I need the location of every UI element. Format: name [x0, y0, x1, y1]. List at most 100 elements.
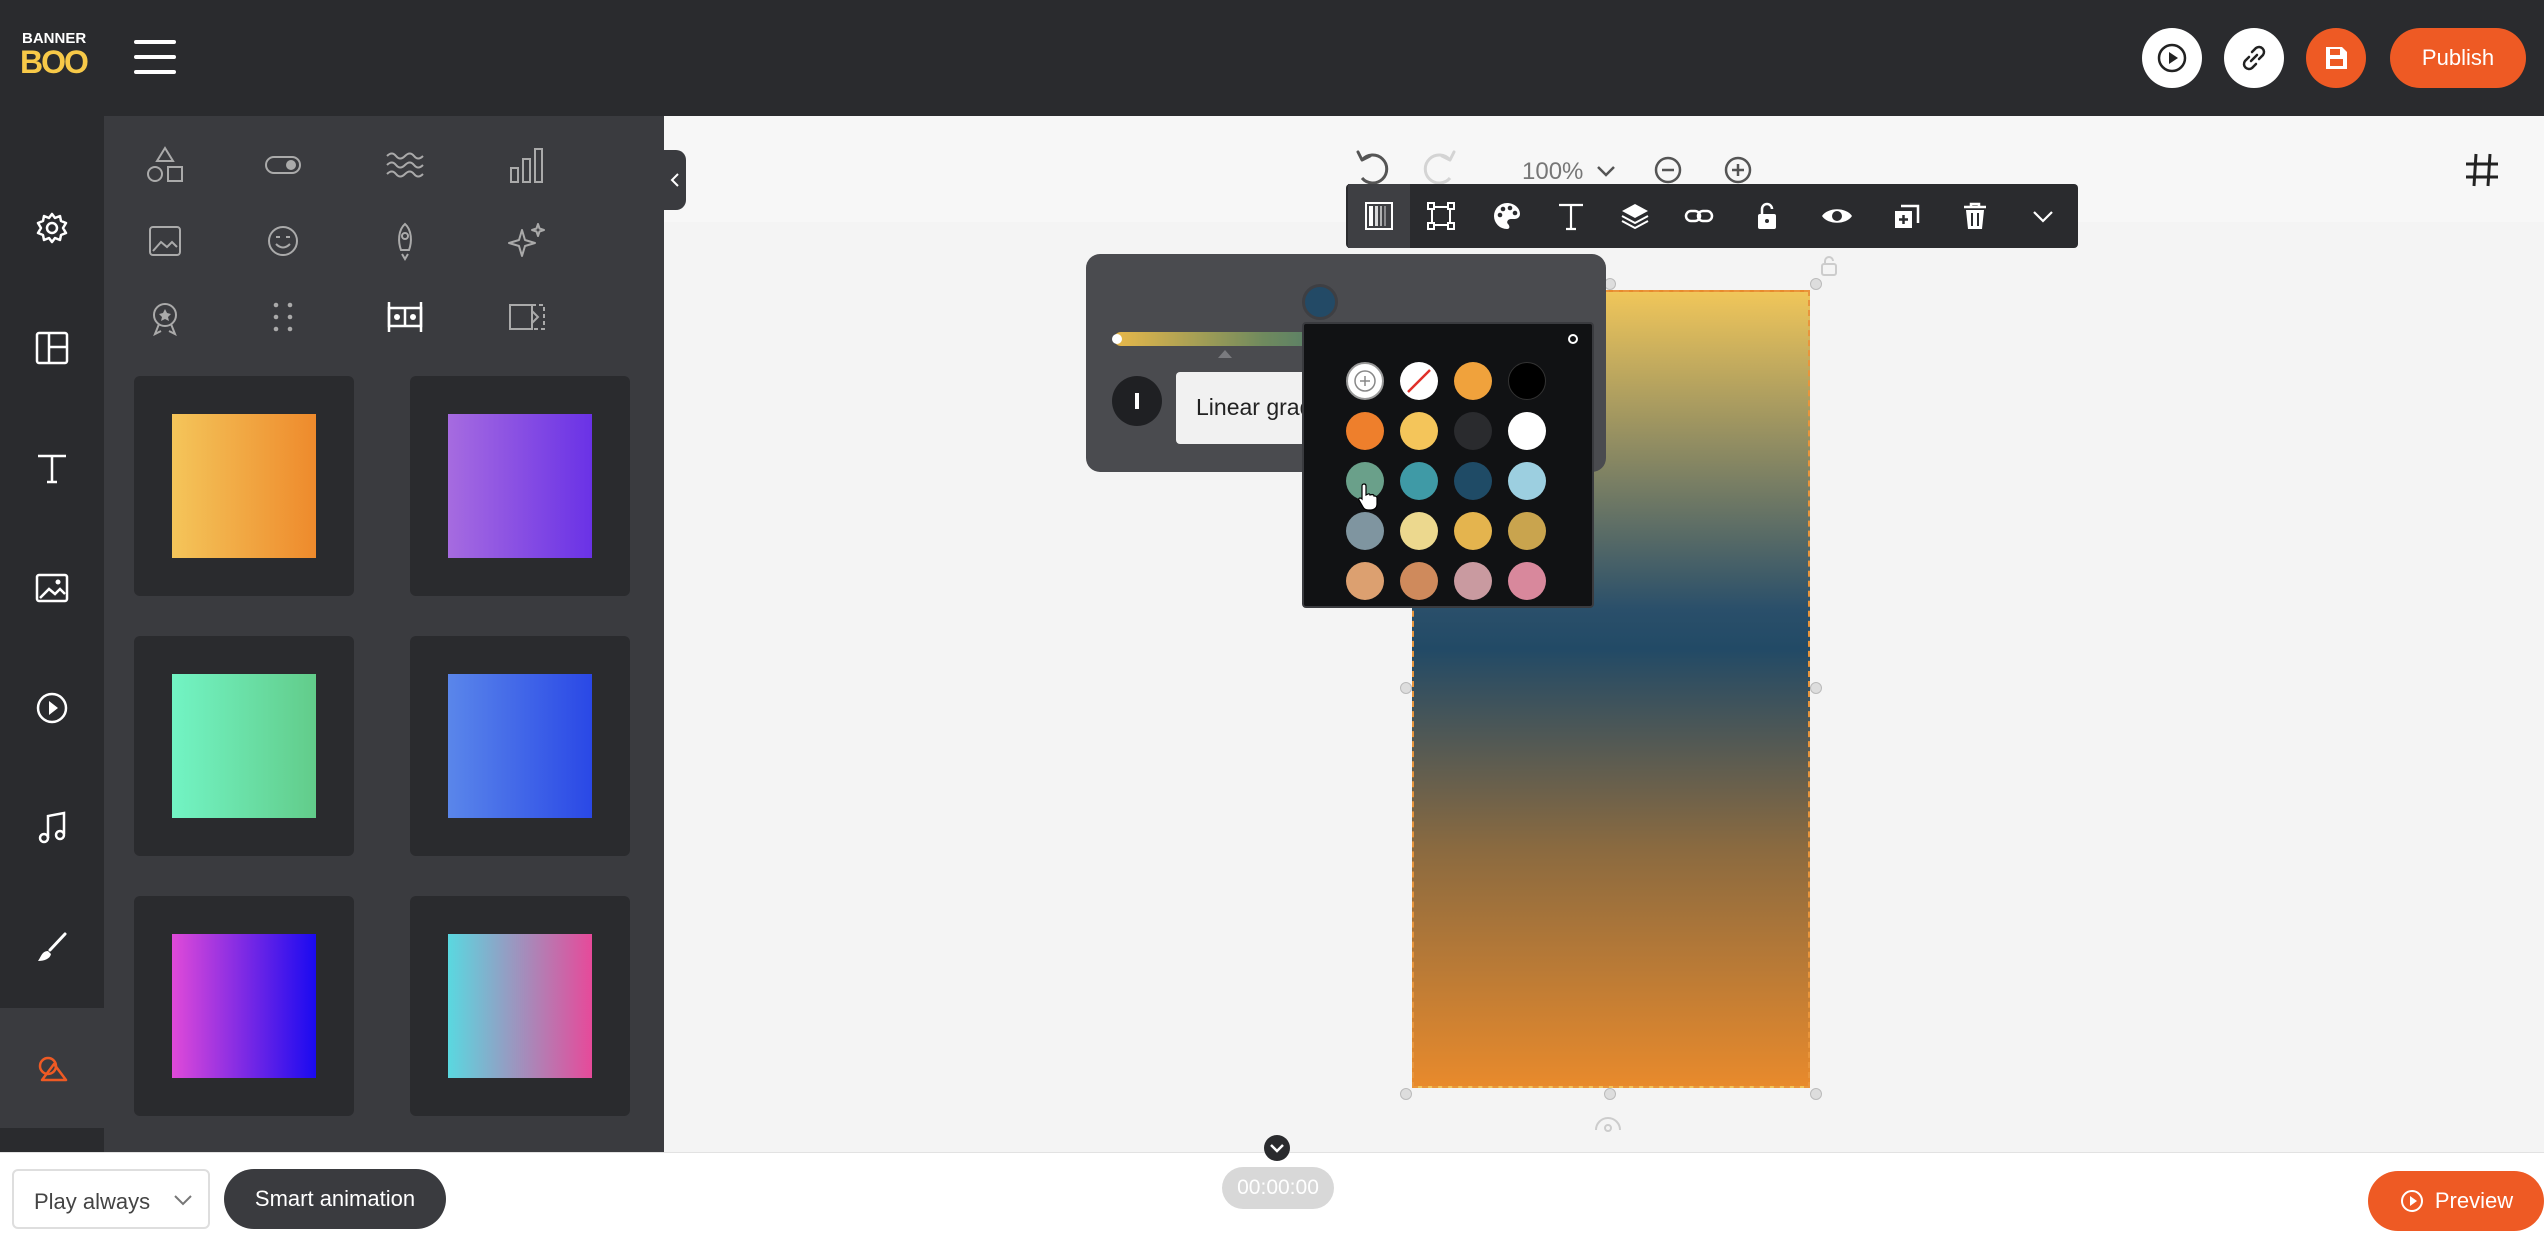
timeline-toggle-icon[interactable] [1262, 1133, 1292, 1163]
plus-icon [1354, 370, 1376, 392]
toolbar-link-button[interactable] [1668, 184, 1730, 248]
element-toolbar [1346, 184, 2078, 248]
element-dots[interactable] [258, 292, 308, 342]
element-sparkles[interactable] [502, 216, 552, 266]
toolbar-more-button[interactable] [2012, 184, 2074, 248]
save-button[interactable] [2306, 28, 2366, 88]
play-mode-value: Play always [34, 1189, 151, 1214]
color-swatch[interactable] [1346, 412, 1384, 450]
color-swatch[interactable] [1454, 512, 1492, 550]
element-emoji[interactable] [258, 216, 308, 266]
publish-button[interactable]: Publish [2390, 28, 2526, 88]
toolbar-visibility-button[interactable] [1806, 184, 1868, 248]
resize-handle-right[interactable] [1810, 682, 1822, 694]
color-swatch[interactable] [1454, 562, 1492, 600]
resize-handle-bottom[interactable] [1604, 1088, 1616, 1100]
palette-close-icon[interactable] [1568, 334, 1578, 344]
color-swatch[interactable] [1454, 412, 1492, 450]
bannerboo-logo[interactable]: BANNER BOO [18, 28, 89, 84]
preview-button[interactable]: Preview [2368, 1171, 2544, 1231]
chevron-down-icon[interactable] [1594, 162, 1618, 180]
element-chart[interactable] [502, 140, 552, 190]
color-swatch[interactable] [1508, 562, 1546, 600]
gradient-stop-selected[interactable] [1302, 284, 1338, 320]
toolbar-text-button[interactable] [1540, 184, 1602, 248]
gradient-swatch [448, 674, 592, 818]
gradient-pickers-icon [387, 302, 423, 332]
element-image[interactable] [140, 216, 190, 266]
brush-icon [38, 932, 67, 961]
color-swatch[interactable] [1508, 512, 1546, 550]
share-link-button[interactable] [2224, 28, 2284, 88]
preview-label: Preview [2434, 1188, 2514, 1213]
rail-images[interactable] [0, 528, 104, 648]
element-rocket[interactable] [380, 216, 430, 266]
gradient-tile-4[interactable] [410, 636, 630, 856]
play-mode-select[interactable]: Play always [12, 1169, 210, 1229]
resize-handle-bottom-left[interactable] [1400, 1088, 1412, 1100]
toolbar-lock-button[interactable] [1736, 184, 1798, 248]
element-shapes[interactable] [140, 140, 190, 190]
play-preview-button[interactable] [2142, 28, 2202, 88]
color-swatch[interactable] [1508, 412, 1546, 450]
element-gradients[interactable] [380, 292, 430, 342]
color-swatch[interactable] [1508, 362, 1546, 400]
element-toggle[interactable] [258, 140, 308, 190]
color-swatch[interactable] [1400, 562, 1438, 600]
toolbar-transform-button[interactable] [1410, 184, 1472, 248]
rail-audio[interactable] [0, 768, 104, 888]
color-swatch[interactable] [1346, 512, 1384, 550]
link-icon [1684, 209, 1714, 223]
music-note-icon [38, 811, 66, 844]
trash-icon [1964, 202, 1986, 229]
color-swatch[interactable] [1508, 462, 1546, 500]
color-swatch[interactable] [1400, 412, 1438, 450]
unlock-icon [1758, 202, 1776, 229]
text-icon [38, 454, 66, 484]
toolbar-delete-button[interactable] [1944, 184, 2006, 248]
collapse-panel-button[interactable] [664, 150, 686, 210]
color-palette [1302, 322, 1594, 608]
rail-animations[interactable] [0, 648, 104, 768]
gradient-stop-start[interactable] [1112, 334, 1122, 344]
zoom-level[interactable]: 100% [1522, 158, 1583, 186]
resize-handle-bottom-right[interactable] [1810, 1088, 1822, 1100]
gradient-direction-toggle[interactable] [1112, 376, 1162, 426]
color-swatch[interactable] [1400, 462, 1438, 500]
element-badge[interactable] [140, 292, 190, 342]
gradient-tile-2[interactable] [410, 376, 630, 596]
menu-icon[interactable] [134, 36, 176, 78]
chevron-down-icon [174, 1195, 192, 1206]
gradient-tile-3[interactable] [134, 636, 354, 856]
rail-layouts[interactable] [0, 288, 104, 408]
rail-elements[interactable] [0, 1008, 104, 1128]
link-icon [2242, 45, 2266, 71]
color-swatch[interactable] [1400, 512, 1438, 550]
gradient-stop-marker[interactable] [1218, 350, 1232, 358]
add-color-swatch[interactable] [1346, 362, 1384, 400]
no-color-swatch[interactable] [1400, 362, 1438, 400]
color-swatch[interactable] [1346, 562, 1384, 600]
toolbar-layers-button[interactable] [1604, 184, 1666, 248]
toolbar-color-button[interactable] [1476, 184, 1538, 248]
rail-text[interactable] [0, 408, 104, 528]
gradient-tile-1[interactable] [134, 376, 354, 596]
lock-handle-icon[interactable] [1818, 254, 1840, 278]
color-swatch[interactable] [1454, 462, 1492, 500]
rotate-handle-icon[interactable] [1590, 1108, 1626, 1134]
toolbar-gradient-button[interactable] [1348, 184, 1410, 248]
element-mask[interactable] [502, 292, 552, 342]
duplicate-icon [1895, 204, 1920, 228]
resize-handle-top-right[interactable] [1810, 278, 1822, 290]
element-waves[interactable] [380, 140, 430, 190]
color-swatch[interactable] [1454, 362, 1492, 400]
smart-animation-button[interactable]: Smart animation [224, 1169, 446, 1229]
emoji-icon [268, 226, 298, 256]
gradient-tile-6[interactable] [410, 896, 630, 1116]
resize-handle-left[interactable] [1400, 682, 1412, 694]
rail-brush[interactable] [0, 888, 104, 1008]
toolbar-duplicate-button[interactable] [1876, 184, 1938, 248]
gradient-tile-5[interactable] [134, 896, 354, 1116]
rail-settings[interactable] [0, 168, 104, 288]
grid-toggle-icon[interactable] [2462, 150, 2502, 190]
